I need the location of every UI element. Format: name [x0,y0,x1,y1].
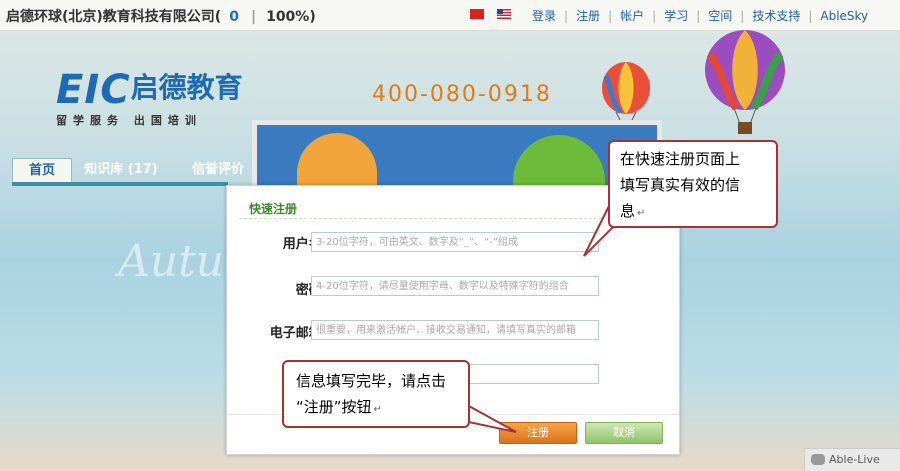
nav-login[interactable]: 登录 [532,9,556,23]
cart-count[interactable]: 0 [229,9,239,25]
instruction-callout-bottom: 信息填写完毕，请点击 “注册”按钮 ↵ [282,360,470,428]
zoom-level: 100%) [266,9,316,25]
nav-ablesky[interactable]: AbleSky [820,9,868,23]
logo-brand: EIC [56,67,131,113]
nav-space[interactable]: 空间 [708,9,732,23]
top-nav: 登录 | 注册 | 帐户 | 学习 | 空间 | 技术支持 | AbleSky [532,9,869,23]
callout-line: 信息填写完毕，请点击 [296,372,447,390]
nav-account[interactable]: 帐户 [620,9,644,23]
instruction-callout-top: 在快速注册页面上 填写真实有效的信 息 ↵ [608,140,778,228]
return-mark: ↵ [373,404,382,415]
logo-subtitle: 留学服务 出国培训 [56,114,202,127]
tab-reputation[interactable]: 信誉评价 [178,158,258,182]
callout-line: “注册”按钮 [296,398,372,416]
company-name: 启德环球(北京)教育科技有限公司( [6,9,222,25]
language-flags [470,9,524,23]
password-input[interactable]: 4-20位字符，请尽量使用字母、数字以及特殊字符的组合 [311,276,599,296]
china-flag-icon[interactable] [470,9,484,19]
cancel-button[interactable]: 取消 [585,422,663,444]
tab-knowledge[interactable]: 知识库 (17) [78,158,164,182]
callout-line: 填写真实有效的信 [620,176,741,194]
background-decoration-text: Autu [118,236,225,287]
eic-logo[interactable]: EIC启德教育 留学服务 出国培训 [56,66,243,128]
callout-line: 在快速注册页面上 [620,150,741,168]
phone-number: 400-080-0918 [372,82,552,107]
nav-support[interactable]: 技术支持 [752,9,800,23]
us-flag-icon[interactable] [497,9,511,19]
tab-home[interactable]: 首页 [12,158,72,183]
chat-bubble-icon [811,454,825,465]
able-live-label: Able-Live [829,453,880,466]
callout-line: 息 [620,202,636,220]
company-title: 启德环球(北京)教育科技有限公司(0 | 100%) [6,9,316,25]
nav-learn[interactable]: 学习 [664,9,688,23]
able-live-widget[interactable]: Able-Live [804,448,900,471]
return-mark: ↵ [637,208,646,219]
nav-register[interactable]: 注册 [576,9,600,23]
dialog-title: 快速注册 [249,202,298,216]
top-bar: 启德环球(北京)教育科技有限公司(0 | 100%) 登录 | 注册 | 帐户 | 学习 | 空间 |… [0,0,900,31]
email-input[interactable]: 很重要，用来激活帐户、接收交易通知，请填写真实的邮箱 [311,320,599,340]
balloon-icon [705,30,785,134]
logo-name: 启德教育 [130,71,243,104]
tab-underline [12,182,228,186]
username-input[interactable]: 3-20位字符，可由英文、数字及“_”、“-”组成 [311,232,599,252]
